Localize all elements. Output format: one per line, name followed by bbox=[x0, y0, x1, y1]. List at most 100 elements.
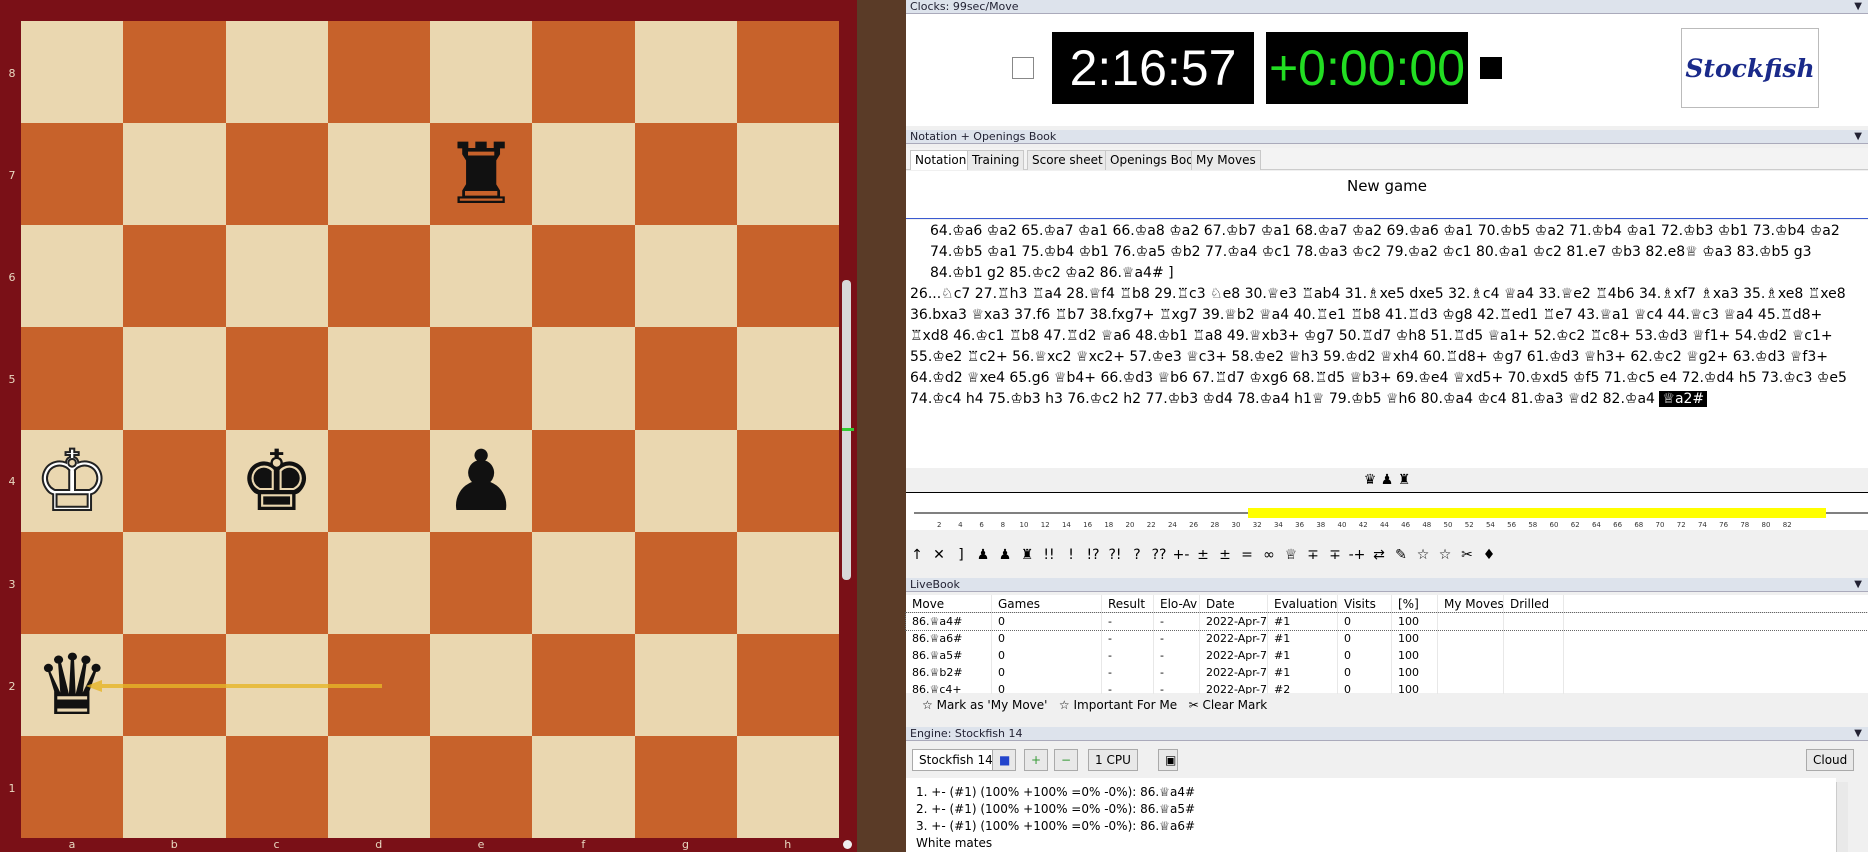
square-b6[interactable] bbox=[123, 225, 226, 328]
square-c1[interactable] bbox=[225, 735, 328, 838]
notation-text[interactable]: 64.♔a6 ♔a2 65.♔a7 ♔a1 66.♔a8 ♔a2 67.♔b7 … bbox=[906, 220, 1868, 468]
current-move[interactable]: ♕a2# bbox=[1659, 391, 1708, 407]
square-e2[interactable] bbox=[430, 633, 533, 736]
square-a4[interactable]: ♔ bbox=[21, 429, 124, 532]
square-d8[interactable] bbox=[327, 21, 430, 124]
main-line[interactable]: 26...♘c7 27.♖h3 ♖a4 28.♕f4 ♖b8 29.♖c3 ♘e… bbox=[910, 284, 1864, 410]
annotation-symbol-button[interactable]: ?? bbox=[1148, 543, 1170, 567]
square-d6[interactable] bbox=[327, 225, 430, 328]
square-e4[interactable]: ♟ bbox=[430, 429, 533, 532]
cloud-button[interactable]: Cloud bbox=[1806, 749, 1855, 771]
annotation-symbol-button[interactable]: ☆ bbox=[1434, 543, 1456, 567]
black-pawn-icon[interactable]: ♟ bbox=[430, 430, 532, 532]
column-header[interactable]: Elo-Av bbox=[1154, 595, 1200, 612]
annotation-symbol-button[interactable]: ♦ bbox=[1478, 543, 1500, 567]
clear-mark-button[interactable]: Clear Mark bbox=[1202, 698, 1267, 712]
stop-icon[interactable]: ■ bbox=[992, 749, 1016, 771]
column-header[interactable]: Move bbox=[906, 595, 992, 612]
square-e5[interactable] bbox=[430, 327, 533, 430]
square-b1[interactable] bbox=[123, 735, 226, 838]
square-f8[interactable] bbox=[532, 21, 635, 124]
white-to-move-checkbox[interactable] bbox=[1012, 57, 1034, 79]
lock-icon[interactable]: ▣ bbox=[1158, 749, 1178, 771]
square-f4[interactable] bbox=[532, 429, 635, 532]
variation-line[interactable]: 64.♔a6 ♔a2 65.♔a7 ♔a1 66.♔a8 ♔a2 67.♔b7 … bbox=[910, 221, 1864, 284]
square-h4[interactable] bbox=[736, 429, 839, 532]
chevron-down-icon[interactable]: ▼ bbox=[1854, 727, 1862, 740]
annotation-symbol-button[interactable]: ? bbox=[1126, 543, 1148, 567]
square-b7[interactable] bbox=[123, 123, 226, 226]
square-g2[interactable] bbox=[634, 633, 737, 736]
square-c4[interactable]: ♚ bbox=[225, 429, 328, 532]
cpu-button[interactable]: 1 CPU bbox=[1088, 749, 1138, 771]
square-a7[interactable] bbox=[21, 123, 124, 226]
square-e7[interactable]: ♜ bbox=[430, 123, 533, 226]
column-header[interactable]: [%] bbox=[1392, 595, 1438, 612]
square-g7[interactable] bbox=[634, 123, 737, 226]
square-b3[interactable] bbox=[123, 531, 226, 634]
important-for-me-button[interactable]: Important For Me bbox=[1074, 698, 1178, 712]
square-e6[interactable] bbox=[430, 225, 533, 328]
square-b5[interactable] bbox=[123, 327, 226, 430]
square-c8[interactable] bbox=[225, 21, 328, 124]
tab-training[interactable]: Training bbox=[967, 150, 1025, 170]
square-a6[interactable] bbox=[21, 225, 124, 328]
annotation-symbol-button[interactable]: ∓ bbox=[1302, 543, 1324, 567]
annotation-symbol-button[interactable]: !? bbox=[1082, 543, 1104, 567]
column-header[interactable]: Games bbox=[992, 595, 1102, 612]
chess-board[interactable]: ♜ ♔ ♚ ♟ ♛ bbox=[21, 21, 839, 838]
square-a8[interactable] bbox=[21, 21, 124, 124]
annotation-symbol-button[interactable]: ± bbox=[1192, 543, 1214, 567]
square-d5[interactable] bbox=[327, 327, 430, 430]
annotation-symbol-button[interactable]: ♕ bbox=[1280, 543, 1302, 567]
column-header[interactable]: Evaluation bbox=[1268, 595, 1338, 612]
black-rook-icon[interactable]: ♜ bbox=[430, 123, 532, 225]
annotation-symbol-button[interactable]: ♟ bbox=[994, 543, 1016, 567]
annotation-symbol-button[interactable]: ✕ bbox=[928, 543, 950, 567]
square-a5[interactable] bbox=[21, 327, 124, 430]
annotation-symbol-button[interactable]: ↑ bbox=[906, 543, 928, 567]
square-b4[interactable] bbox=[123, 429, 226, 532]
evaluation-graph[interactable]: 2 4 6 8 10 12 14 16 18 20 22 24 26 28 30 32 34 36 38 40 42 44… bbox=[906, 492, 1868, 530]
annotation-symbol-button[interactable]: = bbox=[1236, 543, 1258, 567]
square-e1[interactable] bbox=[430, 735, 533, 838]
annotation-symbol-button[interactable]: ♟ bbox=[972, 543, 994, 567]
square-e8[interactable] bbox=[430, 21, 533, 124]
tab-score-sheet[interactable]: Score sheet bbox=[1027, 150, 1108, 170]
square-g4[interactable] bbox=[634, 429, 737, 532]
square-h6[interactable] bbox=[736, 225, 839, 328]
annotation-symbol-button[interactable]: !! bbox=[1038, 543, 1060, 567]
column-header[interactable]: My Moves bbox=[1438, 595, 1504, 612]
square-d7[interactable] bbox=[327, 123, 430, 226]
square-a1[interactable] bbox=[21, 735, 124, 838]
annotation-symbol-button[interactable]: ♜ bbox=[1016, 543, 1038, 567]
annotation-symbol-button[interactable]: ± bbox=[1214, 543, 1236, 567]
annotation-symbol-button[interactable]: ✂ bbox=[1456, 543, 1478, 567]
annotation-symbol-button[interactable]: ⇄ bbox=[1368, 543, 1390, 567]
chevron-down-icon[interactable]: ▼ bbox=[1854, 578, 1862, 591]
resize-handle[interactable] bbox=[843, 840, 852, 849]
square-c5[interactable] bbox=[225, 327, 328, 430]
square-g5[interactable] bbox=[634, 327, 737, 430]
square-f1[interactable] bbox=[532, 735, 635, 838]
square-c6[interactable] bbox=[225, 225, 328, 328]
annotation-symbol-button[interactable]: ?! bbox=[1104, 543, 1126, 567]
tab-notation[interactable]: Notation bbox=[910, 150, 972, 170]
column-header[interactable]: Date bbox=[1200, 595, 1268, 612]
engine-name-button[interactable]: Stockfish 14 bbox=[912, 749, 1000, 771]
table-row[interactable]: 86.♕a6# 0- -2022-Apr-7 #1 0 100 bbox=[906, 630, 1868, 647]
black-king-icon[interactable]: ♚ bbox=[226, 430, 328, 532]
square-a3[interactable] bbox=[21, 531, 124, 634]
square-g8[interactable] bbox=[634, 21, 737, 124]
square-g1[interactable] bbox=[634, 735, 737, 838]
column-header[interactable]: Result bbox=[1102, 595, 1154, 612]
annotation-symbol-button[interactable]: -+ bbox=[1346, 543, 1368, 567]
square-c3[interactable] bbox=[225, 531, 328, 634]
annotation-symbol-button[interactable]: ∞ bbox=[1258, 543, 1280, 567]
square-h7[interactable] bbox=[736, 123, 839, 226]
table-row[interactable]: 86.♕b2# 0- -2022-Apr-7 #1 0 100 bbox=[906, 664, 1868, 681]
square-h8[interactable] bbox=[736, 21, 839, 124]
square-d3[interactable] bbox=[327, 531, 430, 634]
annotation-symbol-button[interactable]: ! bbox=[1060, 543, 1082, 567]
annotation-symbol-button[interactable]: ☆ bbox=[1412, 543, 1434, 567]
